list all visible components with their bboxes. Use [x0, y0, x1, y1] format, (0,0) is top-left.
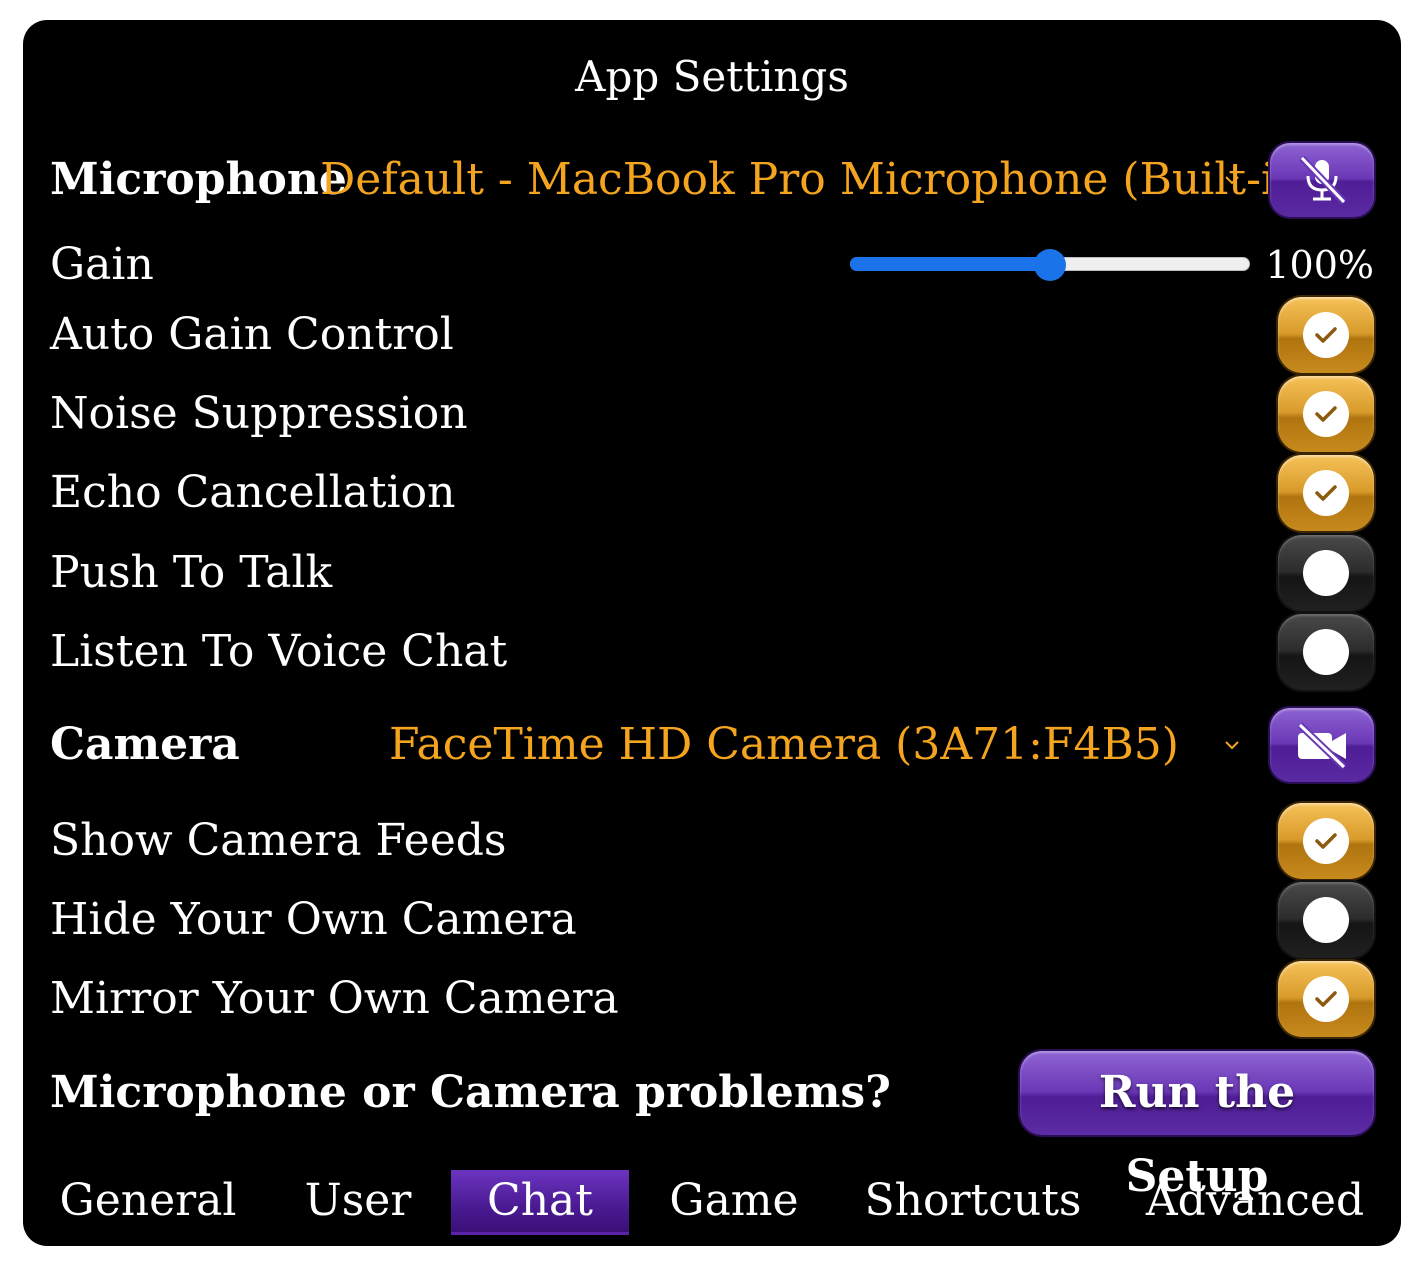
- toggle-knob: [1303, 391, 1349, 437]
- camera-off-icon: [1297, 722, 1347, 769]
- toggle-knob: [1303, 470, 1349, 516]
- toggle-row-listen-to-voice-chat: Listen To Voice Chat: [50, 614, 1374, 690]
- echo-cancellation-label: Echo Cancellation: [50, 467, 456, 518]
- push-to-talk-toggle[interactable]: [1278, 535, 1374, 611]
- tab-user[interactable]: User: [291, 1170, 425, 1232]
- tab-advanced[interactable]: Advanced: [1141, 1170, 1369, 1232]
- hide-your-own-camera-toggle[interactable]: [1278, 882, 1374, 958]
- toggle-knob: [1303, 897, 1349, 943]
- push-to-talk-label: Push To Talk: [50, 547, 333, 598]
- listen-to-voice-chat-toggle[interactable]: [1278, 614, 1374, 690]
- setup-row: Microphone or Camera problems? Run the S…: [50, 1051, 1374, 1202]
- toggle-row-mirror-your-own-camera: Mirror Your Own Camera: [50, 961, 1374, 1037]
- checkmark-icon: [1315, 327, 1337, 343]
- gain-slider-thumb[interactable]: [1034, 249, 1066, 281]
- toggle-row-auto-gain-control: Auto Gain Control: [50, 297, 1374, 373]
- window-title: App Settings: [575, 52, 849, 101]
- toggle-knob: [1303, 818, 1349, 864]
- listen-to-voice-chat-label: Listen To Voice Chat: [50, 626, 508, 677]
- microphone-label: Microphone: [50, 154, 347, 205]
- gain-label: Gain: [50, 239, 154, 290]
- run-setup-button[interactable]: Run the Setup: [1020, 1051, 1374, 1202]
- microphone-mute-button[interactable]: [1270, 143, 1374, 217]
- checkmark-icon: [1315, 485, 1337, 501]
- auto-gain-control-toggle[interactable]: [1278, 297, 1374, 373]
- toggle-knob: [1303, 976, 1349, 1022]
- tab-shortcuts[interactable]: Shortcuts: [855, 1170, 1091, 1232]
- camera-label: Camera: [50, 719, 240, 770]
- show-camera-feeds-toggle[interactable]: [1278, 803, 1374, 879]
- toggle-row-echo-cancellation: Echo Cancellation: [50, 455, 1374, 531]
- gain-slider-fill: [850, 257, 1050, 271]
- checkmark-icon: [1315, 833, 1337, 849]
- echo-cancellation-toggle[interactable]: [1278, 455, 1374, 531]
- camera-select[interactable]: FaceTime HD Camera (3A71:F4B5): [389, 723, 1179, 767]
- gain-slider[interactable]: [850, 249, 1250, 281]
- toggle-row-show-camera-feeds: Show Camera Feeds: [50, 803, 1374, 879]
- toggle-row-push-to-talk: Push To Talk: [50, 535, 1374, 611]
- chevron-down-icon[interactable]: [1223, 174, 1241, 186]
- camera-row: Camera FaceTime HD Camera (3A71:F4B5): [50, 708, 1374, 782]
- show-camera-feeds-label: Show Camera Feeds: [50, 815, 507, 866]
- microphone-row: Microphone Default - MacBook Pro Microph…: [50, 143, 1374, 217]
- chevron-down-icon[interactable]: [1223, 739, 1241, 751]
- toggle-knob: [1303, 550, 1349, 596]
- gain-row: Gain 100%: [50, 230, 1374, 300]
- toggle-row-hide-your-own-camera: Hide Your Own Camera: [50, 882, 1374, 958]
- microphone-select[interactable]: Default - MacBook Pro Microphone (Built-…: [320, 158, 1321, 202]
- toggle-row-noise-suppression: Noise Suppression: [50, 376, 1374, 452]
- checkmark-icon: [1315, 406, 1337, 422]
- camera-off-button[interactable]: [1270, 708, 1374, 782]
- setup-prompt: Microphone or Camera problems?: [50, 1067, 891, 1118]
- microphone-muted-icon: [1299, 155, 1347, 205]
- noise-suppression-label: Noise Suppression: [50, 388, 468, 439]
- hide-your-own-camera-label: Hide Your Own Camera: [50, 894, 577, 945]
- tab-bar: General User Chat Game Shortcuts Advance…: [23, 1170, 1401, 1235]
- checkmark-icon: [1315, 991, 1337, 1007]
- noise-suppression-toggle[interactable]: [1278, 376, 1374, 452]
- settings-panel: App Settings Microphone Default - MacBoo…: [23, 20, 1401, 1246]
- toggle-knob: [1303, 629, 1349, 675]
- toggle-knob: [1303, 312, 1349, 358]
- mirror-your-own-camera-toggle[interactable]: [1278, 961, 1374, 1037]
- gain-value: 100%: [1265, 243, 1374, 287]
- tab-chat[interactable]: Chat: [451, 1170, 629, 1235]
- auto-gain-control-label: Auto Gain Control: [50, 309, 454, 360]
- mirror-your-own-camera-label: Mirror Your Own Camera: [50, 973, 619, 1024]
- tab-general[interactable]: General: [45, 1170, 251, 1232]
- tab-game[interactable]: Game: [651, 1170, 817, 1232]
